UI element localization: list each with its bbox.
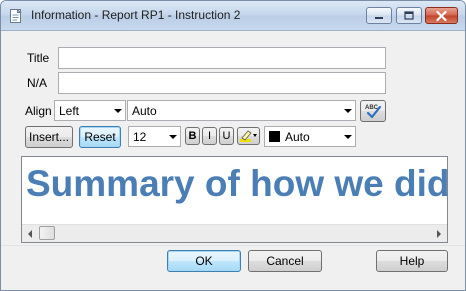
chevron-down-icon xyxy=(344,109,352,113)
maximize-icon xyxy=(397,8,421,23)
cancel-button-label: Cancel xyxy=(266,254,304,268)
title-field-wrap xyxy=(58,47,386,69)
scroll-left-icon[interactable] xyxy=(28,230,32,238)
align-label: Align xyxy=(25,104,52,118)
text-color-select[interactable]: Auto xyxy=(264,126,356,147)
close-button[interactable] xyxy=(425,7,458,24)
font-size-select[interactable]: 12 xyxy=(128,126,181,147)
cancel-button[interactable]: Cancel xyxy=(248,250,322,272)
help-button[interactable]: Help xyxy=(376,250,448,272)
spellcheck-button[interactable]: ABC xyxy=(360,100,386,122)
highlight-button[interactable] xyxy=(237,127,260,145)
information-dialog: Information - Report RP1 - Instruction 2… xyxy=(0,0,466,291)
align-select-value: Left xyxy=(59,104,80,118)
title-bar[interactable]: Information - Report RP1 - Instruction 2 xyxy=(1,1,465,31)
vertical-align-value: Auto xyxy=(132,104,157,118)
insert-button-label: Insert... xyxy=(28,130,69,144)
bold-button-label: B xyxy=(188,130,197,142)
scroll-right-icon[interactable] xyxy=(437,230,441,238)
color-swatch xyxy=(269,131,280,142)
scrollbar-thumb[interactable] xyxy=(39,226,55,240)
close-icon xyxy=(426,8,457,23)
na-field-wrap xyxy=(58,72,386,94)
title-label: Title xyxy=(27,51,50,65)
window-title: Information - Report RP1 - Instruction 2 xyxy=(31,8,241,22)
footer-divider xyxy=(1,245,465,246)
reset-button-label: Reset xyxy=(84,130,116,144)
title-field[interactable] xyxy=(59,48,385,68)
align-select[interactable]: Left xyxy=(54,100,126,121)
highlighter-icon xyxy=(239,130,257,142)
editor-text: Summary of how we did xyxy=(26,163,450,204)
reset-button[interactable]: Reset xyxy=(79,126,121,148)
chevron-down-icon xyxy=(114,109,122,113)
italic-button[interactable]: I xyxy=(202,127,217,145)
spellcheck-icon: ABC xyxy=(365,105,382,119)
chevron-down-icon xyxy=(344,135,352,139)
text-color-value: Auto xyxy=(285,130,310,144)
rich-text-editor[interactable]: Summary of how we did xyxy=(21,156,450,243)
underline-button[interactable]: U xyxy=(219,127,234,145)
bold-button[interactable]: B xyxy=(185,127,200,145)
insert-button[interactable]: Insert... xyxy=(25,126,73,148)
italic-button-label: I xyxy=(207,130,212,142)
minimize-button[interactable] xyxy=(366,7,392,24)
na-field[interactable] xyxy=(59,73,385,93)
minimize-icon xyxy=(367,8,391,23)
horizontal-scrollbar[interactable] xyxy=(22,224,447,242)
ok-button[interactable]: OK xyxy=(167,250,241,272)
font-size-value: 12 xyxy=(133,130,147,144)
na-label: N/A xyxy=(27,76,48,90)
help-button-label: Help xyxy=(399,254,425,268)
ok-button-label: OK xyxy=(195,254,213,268)
underline-button-label: U xyxy=(222,130,231,142)
vertical-align-select[interactable]: Auto xyxy=(127,100,356,121)
chevron-down-icon xyxy=(169,135,177,139)
maximize-button[interactable] xyxy=(396,7,422,24)
info-page-icon xyxy=(10,9,22,23)
